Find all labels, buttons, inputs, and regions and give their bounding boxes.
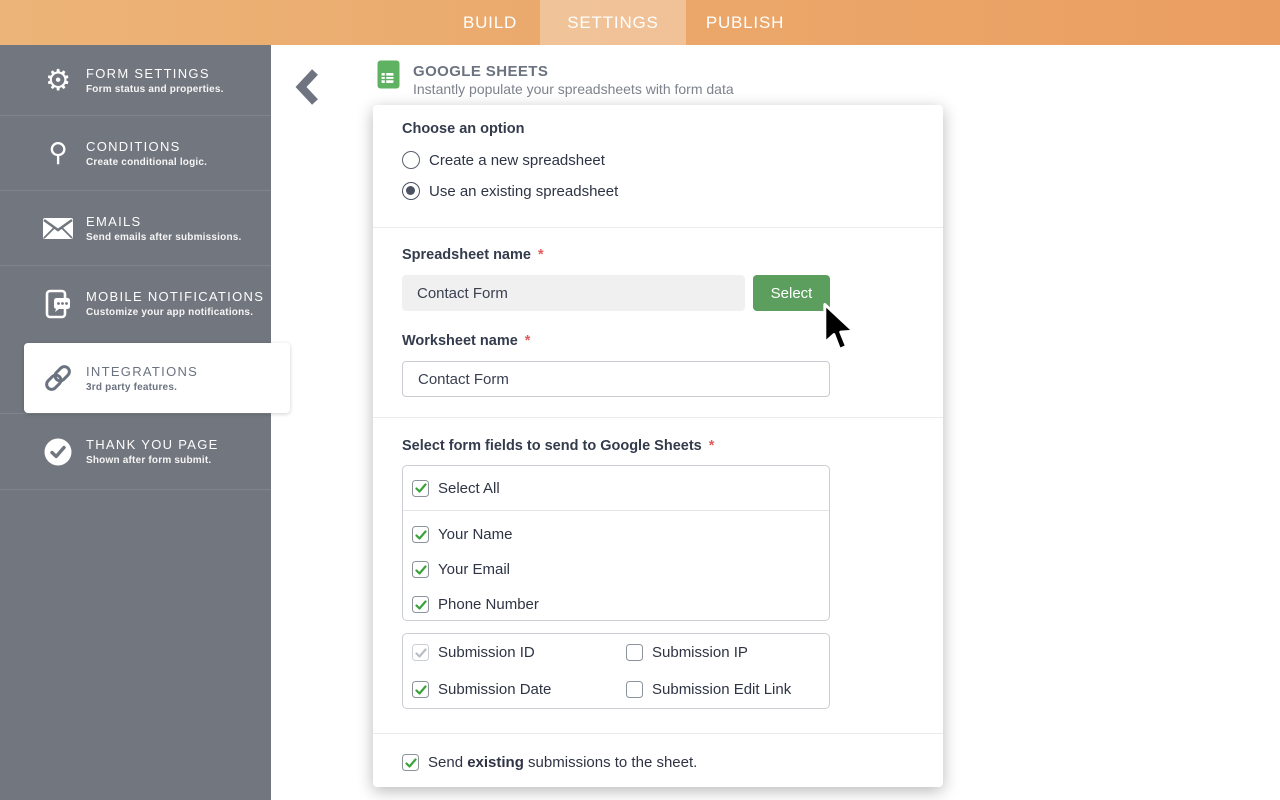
select-all-checkbox-row[interactable]: Select All	[403, 466, 829, 511]
link-icon	[40, 361, 76, 395]
required-asterisk: *	[538, 247, 544, 263]
tab-publish[interactable]: PUBLISH	[686, 0, 804, 45]
gear-icon: ⚙	[40, 63, 76, 97]
sidebar-item-form-settings[interactable]: ⚙ FORM SETTINGS Form status and properti…	[0, 45, 271, 116]
radio-unchecked-icon[interactable]	[402, 151, 420, 169]
sidebar-item-subtitle: 3rd party features.	[86, 382, 198, 393]
section-divider	[373, 417, 943, 418]
section-divider	[373, 227, 943, 228]
sidebar-item-subtitle: Create conditional logic.	[86, 157, 207, 168]
checkbox-unchecked-icon[interactable]	[626, 681, 643, 698]
mobile-chat-icon	[40, 289, 76, 319]
sidebar-item-emails[interactable]: EMAILS Send emails after submissions.	[0, 191, 271, 266]
radio-create-new-spreadsheet[interactable]: Create a new spreadsheet	[402, 151, 605, 169]
tab-settings[interactable]: SETTINGS	[540, 0, 686, 45]
required-asterisk: *	[525, 333, 531, 349]
checkbox-checked-disabled-icon	[412, 644, 429, 661]
top-navigation-bar: BUILD SETTINGS PUBLISH	[0, 0, 1280, 45]
tab-build[interactable]: BUILD	[440, 0, 540, 45]
required-asterisk: *	[709, 438, 715, 454]
checkbox-checked-icon[interactable]	[412, 596, 429, 613]
sidebar-item-title: FORM SETTINGS	[86, 66, 224, 81]
checkbox-unchecked-icon[interactable]	[626, 644, 643, 661]
check-circle-icon	[40, 437, 76, 467]
integration-title: GOOGLE SHEETS	[413, 63, 548, 80]
checkbox-checked-icon[interactable]	[402, 754, 419, 771]
sidebar-item-integrations-active[interactable]: INTEGRATIONS 3rd party features.	[24, 343, 290, 413]
sidebar-item-subtitle: Form status and properties.	[86, 84, 224, 95]
checkbox-submission-id[interactable]: Submission ID	[412, 644, 626, 661]
section-divider	[373, 733, 943, 734]
integration-subtitle: Instantly populate your spreadsheets wit…	[413, 81, 734, 97]
send-existing-submissions-row[interactable]: Send existing submissions to the sheet.	[402, 754, 697, 771]
sidebar-item-subtitle: Send emails after submissions.	[86, 232, 242, 243]
sidebar-item-subtitle: Customize your app notifications.	[86, 307, 264, 318]
worksheet-name-input[interactable]	[402, 361, 830, 397]
field-checkbox-phone-number[interactable]: Phone Number	[412, 587, 829, 622]
select-spreadsheet-button[interactable]: Select	[753, 275, 830, 311]
radio-use-existing-spreadsheet[interactable]: Use an existing spreadsheet	[402, 182, 618, 200]
tools-icon: ⚲	[40, 138, 76, 168]
sidebar-item-title: EMAILS	[86, 214, 242, 229]
spreadsheet-name-label: Spreadsheet name*	[402, 247, 544, 263]
google-sheets-icon	[377, 60, 400, 94]
sidebar-item-subtitle: Shown after form submit.	[86, 455, 219, 466]
checkbox-checked-icon[interactable]	[412, 681, 429, 698]
sidebar-item-conditions[interactable]: ⚲ CONDITIONS Create conditional logic.	[0, 116, 271, 191]
sidebar-item-thank-you-page[interactable]: THANK YOU PAGE Shown after form submit.	[0, 413, 271, 490]
submission-meta-box: Submission ID Submission IP Submission D…	[402, 633, 830, 709]
envelope-icon	[40, 217, 76, 240]
choose-option-label: Choose an option	[402, 121, 524, 137]
field-checkbox-your-email[interactable]: Your Email	[412, 552, 829, 587]
send-existing-label: Send existing submissions to the sheet.	[428, 754, 697, 771]
nav-tabs: BUILD SETTINGS PUBLISH	[440, 0, 804, 45]
worksheet-name-label: Worksheet name*	[402, 333, 530, 349]
sidebar-item-mobile-notifications[interactable]: MOBILE NOTIFICATIONS Customize your app …	[0, 266, 271, 341]
checkbox-submission-ip[interactable]: Submission IP	[626, 644, 829, 661]
sidebar-item-title: MOBILE NOTIFICATIONS	[86, 289, 264, 304]
sidebar-item-title: CONDITIONS	[86, 139, 207, 154]
back-button[interactable]	[294, 68, 322, 106]
radio-checked-icon[interactable]	[402, 182, 420, 200]
chevron-left-icon	[294, 68, 322, 106]
checkbox-submission-date[interactable]: Submission Date	[412, 681, 626, 698]
checkbox-checked-icon[interactable]	[412, 561, 429, 578]
form-fields-label: Select form fields to send to Google She…	[402, 438, 714, 454]
checkbox-checked-icon[interactable]	[412, 526, 429, 543]
checkbox-submission-edit-link[interactable]: Submission Edit Link	[626, 681, 829, 698]
google-sheets-settings-panel: Choose an option Create a new spreadshee…	[373, 105, 943, 787]
sidebar-item-title: THANK YOU PAGE	[86, 437, 219, 452]
form-fields-box: Select All Your Name Your Email Phone Nu…	[402, 465, 830, 621]
field-checkbox-your-name[interactable]: Your Name	[412, 517, 829, 552]
sidebar-item-title: INTEGRATIONS	[86, 364, 198, 379]
settings-sidebar: ⚙ FORM SETTINGS Form status and properti…	[0, 45, 271, 800]
spreadsheet-name-input[interactable]	[402, 275, 745, 311]
checkbox-checked-icon[interactable]	[412, 480, 429, 497]
